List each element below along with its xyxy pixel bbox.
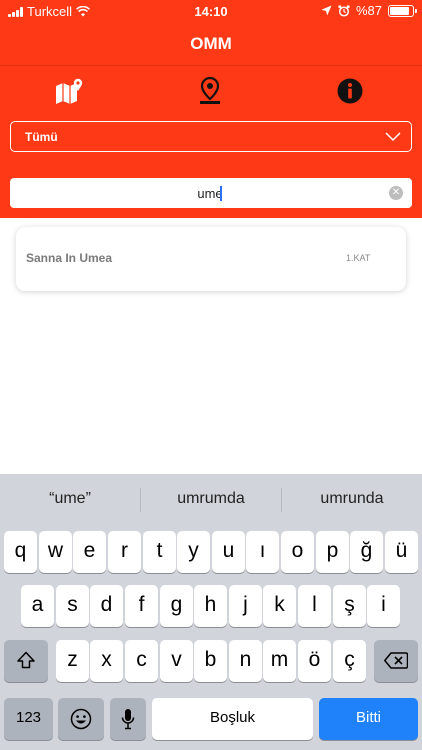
info-icon bbox=[337, 78, 363, 104]
location-arrow-icon bbox=[321, 5, 332, 16]
tab-map[interactable] bbox=[52, 76, 86, 106]
app-title: OMM bbox=[190, 34, 232, 53]
key[interactable]: i bbox=[367, 585, 400, 627]
key[interactable]: e bbox=[73, 531, 106, 573]
search-box: ✕ bbox=[10, 178, 412, 208]
suggestion-bar: “ume” umrumda umrunda bbox=[0, 474, 422, 526]
key[interactable]: r bbox=[108, 531, 141, 573]
key[interactable]: ö bbox=[298, 640, 331, 682]
key[interactable]: z bbox=[56, 640, 89, 682]
key[interactable]: c bbox=[125, 640, 158, 682]
key[interactable]: n bbox=[229, 640, 262, 682]
key[interactable]: u bbox=[212, 531, 245, 573]
result-name: Sanna In Umea bbox=[26, 251, 113, 265]
key[interactable]: ı bbox=[246, 531, 279, 573]
key[interactable]: m bbox=[263, 640, 296, 682]
category-dropdown[interactable]: Tümü bbox=[10, 121, 412, 152]
key[interactable]: x bbox=[90, 640, 123, 682]
backspace-key[interactable] bbox=[374, 640, 418, 682]
done-key[interactable]: Bitti bbox=[319, 698, 418, 740]
numbers-key[interactable]: 123 bbox=[4, 698, 53, 740]
keyboard: “ume” umrumda umrunda q w e r t y u ı o … bbox=[0, 474, 422, 750]
search-input[interactable] bbox=[40, 178, 380, 208]
battery-percent: %87 bbox=[355, 3, 382, 18]
key[interactable]: k bbox=[263, 585, 296, 627]
key[interactable]: d bbox=[90, 585, 123, 627]
dictation-key[interactable] bbox=[110, 698, 146, 740]
status-indicators: %87 bbox=[321, 3, 417, 18]
key[interactable]: g bbox=[160, 585, 193, 627]
key[interactable]: w bbox=[39, 531, 72, 573]
dropdown-selected: Tümü bbox=[25, 130, 58, 144]
key[interactable]: p bbox=[316, 531, 349, 573]
shift-key[interactable] bbox=[4, 640, 48, 682]
key[interactable]: ç bbox=[333, 640, 366, 682]
divider bbox=[0, 65, 422, 66]
suggestion-item[interactable]: “ume” bbox=[0, 490, 140, 508]
location-pin-icon bbox=[200, 77, 220, 104]
key[interactable]: s bbox=[56, 585, 89, 627]
key[interactable]: q bbox=[4, 531, 37, 573]
clear-search-button[interactable]: ✕ bbox=[389, 186, 403, 200]
emoji-icon bbox=[70, 708, 92, 730]
space-key[interactable]: Boşluk bbox=[152, 698, 313, 740]
header: Turkcell 14:10 %87 OMM Tümü ume ✕ bbox=[0, 0, 422, 218]
key[interactable]: t bbox=[143, 531, 176, 573]
alarm-icon bbox=[338, 4, 350, 17]
tab-info[interactable] bbox=[333, 76, 367, 106]
chevron-down-icon bbox=[385, 132, 401, 142]
key[interactable]: f bbox=[125, 585, 158, 627]
key[interactable]: ğ bbox=[350, 531, 383, 573]
key[interactable]: ü bbox=[385, 531, 418, 573]
key[interactable]: j bbox=[229, 585, 262, 627]
tab-location[interactable] bbox=[193, 76, 227, 106]
status-bar: Turkcell 14:10 %87 bbox=[0, 0, 422, 22]
suggestion-item[interactable]: umrunda bbox=[282, 490, 422, 508]
key[interactable]: h bbox=[194, 585, 227, 627]
emoji-key[interactable] bbox=[58, 698, 104, 740]
key[interactable]: ş bbox=[333, 585, 366, 627]
key[interactable]: v bbox=[160, 640, 193, 682]
list-item[interactable]: Sanna In Umea 1.KAT bbox=[16, 227, 406, 291]
microphone-icon bbox=[121, 709, 135, 730]
key[interactable]: y bbox=[177, 531, 210, 573]
backspace-icon bbox=[384, 652, 409, 669]
key[interactable]: b bbox=[194, 640, 227, 682]
key[interactable]: o bbox=[281, 531, 314, 573]
map-icon bbox=[56, 78, 83, 104]
battery-icon bbox=[388, 4, 417, 17]
key[interactable]: l bbox=[298, 585, 331, 627]
key[interactable]: a bbox=[21, 585, 54, 627]
shift-icon bbox=[17, 651, 35, 669]
suggestion-item[interactable]: umrumda bbox=[141, 490, 281, 508]
text-cursor bbox=[220, 186, 222, 201]
result-floor: 1.KAT bbox=[346, 253, 371, 263]
